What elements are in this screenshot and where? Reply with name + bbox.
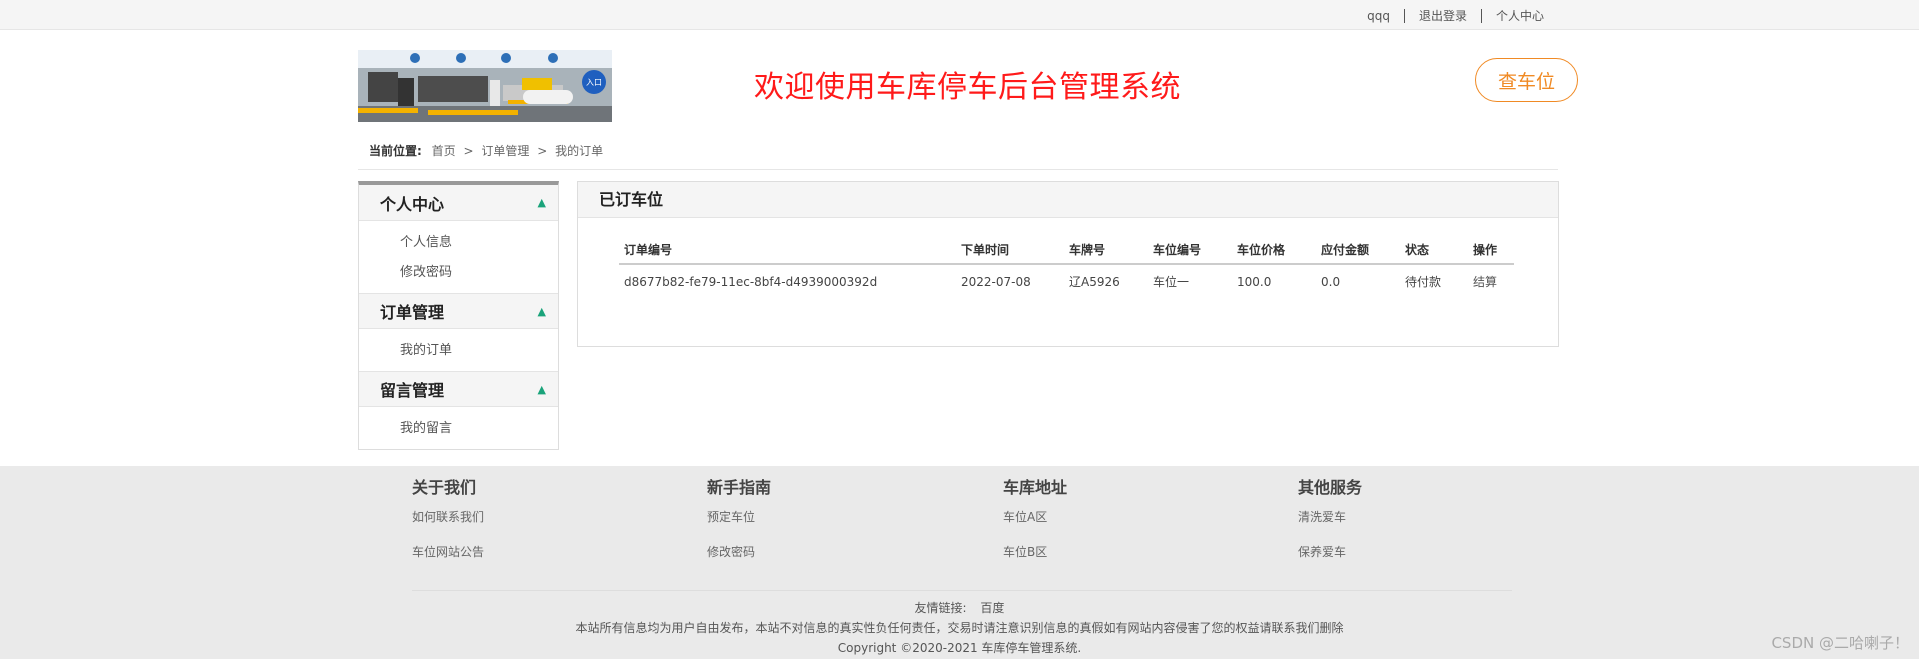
column-header: 操作	[1468, 236, 1514, 265]
disclaimer-text: 本站所有信息均为用户自由发布，本站不对信息的真实性负任何责任，交易时请注意识别信…	[575, 621, 1344, 635]
divider	[412, 590, 1512, 591]
column-header: 车牌号	[1064, 236, 1148, 265]
sidebar-group-title: 订单管理	[380, 303, 445, 322]
sidebar-item-my-orders[interactable]: 我的订单	[359, 336, 558, 366]
sidebar-item-personal-info[interactable]: 个人信息	[359, 228, 558, 258]
column-header: 下单时间	[956, 236, 1064, 265]
footer-link[interactable]: 预定车位	[707, 500, 907, 535]
sidebar-group-header[interactable]: 订单管理 ▲	[359, 293, 558, 329]
footer-column-title: 新手指南	[707, 478, 772, 497]
orders-panel: 已订车位 订单编号 下单时间 车牌号 车位编号 车位价格 应付金额 状态 操作 …	[577, 181, 1559, 347]
column-header: 车位编号	[1148, 236, 1232, 265]
breadcrumb-orders[interactable]: 订单管理	[481, 144, 529, 158]
footer: 关于我们 如何联系我们 车位网站公告 新手指南 预定车位 修改密码 车库地址 车…	[0, 466, 1919, 659]
footer-link[interactable]: 车位网站公告	[412, 535, 612, 570]
breadcrumb-home[interactable]: 首页	[432, 144, 456, 158]
divider	[358, 169, 1558, 170]
page-title: 欢迎使用车库停车后台管理系统	[754, 70, 1181, 105]
space-number-cell: 车位一	[1153, 275, 1190, 289]
table-row: d8677b82-fe79-11ec-8bf4-d4939000392d 202…	[619, 264, 1514, 298]
table-header-row: 订单编号 下单时间 车牌号 车位编号 车位价格 应付金额 状态 操作	[619, 236, 1514, 265]
footer-column-title: 其他服务	[1298, 478, 1363, 497]
settle-link[interactable]: 结算	[1473, 275, 1497, 289]
chevron-up-icon: ▲	[537, 304, 546, 318]
top-bar: qqq 退出登录 个人中心	[0, 0, 1919, 30]
breadcrumb-separator: >	[537, 144, 548, 158]
header: 入口 欢迎使用车库停车后台管理系统 查车位	[358, 50, 1578, 122]
footer-link[interactable]: 清洗爱车	[1298, 500, 1498, 535]
friend-link-baidu[interactable]: 百度	[980, 601, 1004, 615]
divider	[1403, 8, 1405, 23]
panel-title: 已订车位	[578, 182, 1558, 218]
footer-column-title: 关于我们	[412, 478, 477, 497]
friend-links-label: 友情链接:	[914, 601, 967, 615]
column-header: 应付金额	[1316, 236, 1400, 265]
friend-links: 友情链接: 百度	[0, 599, 1919, 616]
sidebar: 个人中心 ▲ 个人信息 修改密码 订单管理 ▲ 我的订单 留言管理 ▲ 我的留言	[358, 181, 559, 450]
sidebar-group-profile: 个人中心 ▲ 个人信息 修改密码	[359, 185, 558, 293]
sidebar-item-my-messages[interactable]: 我的留言	[359, 414, 558, 444]
sidebar-group-header[interactable]: 留言管理 ▲	[359, 371, 558, 407]
sidebar-group-header[interactable]: 个人中心 ▲	[359, 185, 558, 221]
plate-number-cell: 辽A5926	[1069, 275, 1120, 289]
chevron-up-icon: ▲	[537, 196, 546, 209]
footer-link[interactable]: 保养爱车	[1298, 535, 1498, 570]
sidebar-group-title: 个人中心	[380, 194, 445, 214]
column-header: 状态	[1400, 236, 1468, 265]
column-header: 车位价格	[1232, 236, 1316, 265]
breadcrumb: 当前位置: 首页 > 订单管理 > 我的订单	[369, 142, 603, 159]
amount-due-cell: 0.0	[1321, 274, 1341, 289]
footer-link[interactable]: 如何联系我们	[412, 500, 612, 535]
footer-link[interactable]: 修改密码	[707, 535, 907, 570]
site-logo-image: 入口	[358, 50, 612, 122]
footer-link[interactable]: 车位A区	[1003, 500, 1203, 535]
footer-link[interactable]: 车位B区	[1003, 535, 1203, 570]
username-link[interactable]: qqq	[1367, 9, 1390, 23]
watermark: CSDN @二哈喇子！	[1771, 634, 1909, 652]
column-header: 订单编号	[619, 236, 956, 265]
order-date-cell: 2022-07-08	[961, 274, 1031, 289]
sidebar-group-title: 留言管理	[380, 381, 445, 400]
logout-link[interactable]: 退出登录	[1419, 7, 1467, 24]
divider	[1480, 8, 1482, 23]
footer-column-title: 车库地址	[1003, 478, 1068, 497]
orders-table: 订单编号 下单时间 车牌号 车位编号 车位价格 应付金额 状态 操作 d8677…	[619, 236, 1514, 298]
sidebar-group-orders: 订单管理 ▲ 我的订单	[359, 293, 558, 371]
logo-sign-text: 入口	[586, 78, 602, 87]
sidebar-item-change-password[interactable]: 修改密码	[359, 258, 558, 288]
breadcrumb-my-orders[interactable]: 我的订单	[555, 144, 603, 158]
footer-column-services: 其他服务 清洗爱车 保养爱车	[1298, 474, 1498, 570]
order-id-cell: d8677b82-fe79-11ec-8bf4-d4939000392d	[624, 274, 878, 289]
footer-column-address: 车库地址 车位A区 车位B区	[1003, 474, 1203, 570]
footer-column-about: 关于我们 如何联系我们 车位网站公告	[412, 474, 612, 570]
top-links: qqq 退出登录 个人中心	[1367, 7, 1544, 24]
chevron-up-icon: ▲	[537, 382, 546, 396]
breadcrumb-separator: >	[463, 144, 474, 158]
copyright-text: Copyright ©2020-2021 车库停车管理系统.	[837, 641, 1082, 655]
find-parking-button[interactable]: 查车位	[1475, 58, 1578, 102]
profile-link[interactable]: 个人中心	[1496, 7, 1544, 24]
breadcrumb-label: 当前位置:	[369, 144, 422, 158]
footer-column-guide: 新手指南 预定车位 修改密码	[707, 474, 907, 570]
status-badge: 待付款	[1405, 275, 1442, 289]
sidebar-group-messages: 留言管理 ▲ 我的留言	[359, 371, 558, 449]
space-price-cell: 100.0	[1237, 274, 1272, 289]
